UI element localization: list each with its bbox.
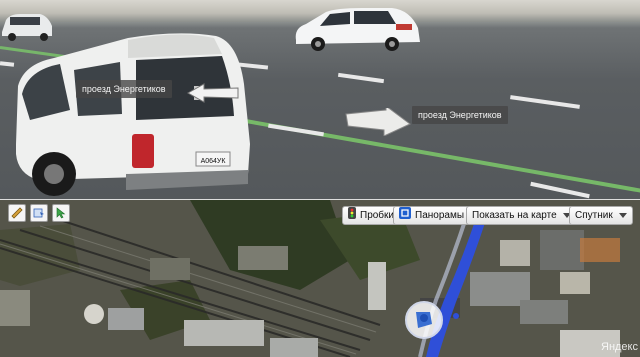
layer-label: Спутник [575, 210, 613, 221]
nav-arrow-forward-icon[interactable] [344, 108, 412, 136]
panoramas-label: Панорамы [415, 210, 465, 221]
nav-arrow-back-icon[interactable] [186, 82, 242, 104]
show-on-map-label: Показать на карте [472, 210, 557, 221]
street-label-text: проезд Энергетиков [418, 110, 502, 120]
pin-button[interactable] [30, 204, 48, 222]
cursor-button[interactable] [52, 204, 70, 222]
pin-icon [33, 208, 44, 218]
street-label[interactable]: проезд Энергетиков [412, 106, 508, 124]
copyright: Яндекс [601, 341, 638, 353]
show-on-map-dropdown[interactable]: Показать на карте [466, 206, 577, 225]
car-white-suv [295, 8, 420, 51]
white-van: А064УК [16, 33, 250, 196]
ruler-button[interactable] [8, 204, 26, 222]
panoramas-button[interactable]: Панорамы [393, 206, 471, 225]
chevron-down-icon [618, 213, 627, 218]
layer-dropdown[interactable]: Спутник [569, 206, 633, 225]
ruler-icon [11, 207, 23, 219]
street-panorama[interactable]: А064УК проезд Энергетиков проезд Энергет… [0, 0, 640, 200]
lane-dash [530, 181, 590, 199]
lane-dash [337, 72, 385, 84]
street-label[interactable]: проезд Энергетиков [76, 80, 172, 98]
traffic-button[interactable]: Пробки [342, 206, 400, 225]
traffic-light-icon [348, 206, 356, 225]
cursor-icon [56, 207, 66, 219]
lane-dash [510, 95, 580, 109]
traffic-label: Пробки [360, 210, 394, 221]
street-label-text: проезд Энергетиков [82, 84, 166, 94]
panoramas-icon [399, 206, 411, 225]
license-plate: А064УК [201, 158, 227, 165]
lane-dash [268, 123, 324, 137]
